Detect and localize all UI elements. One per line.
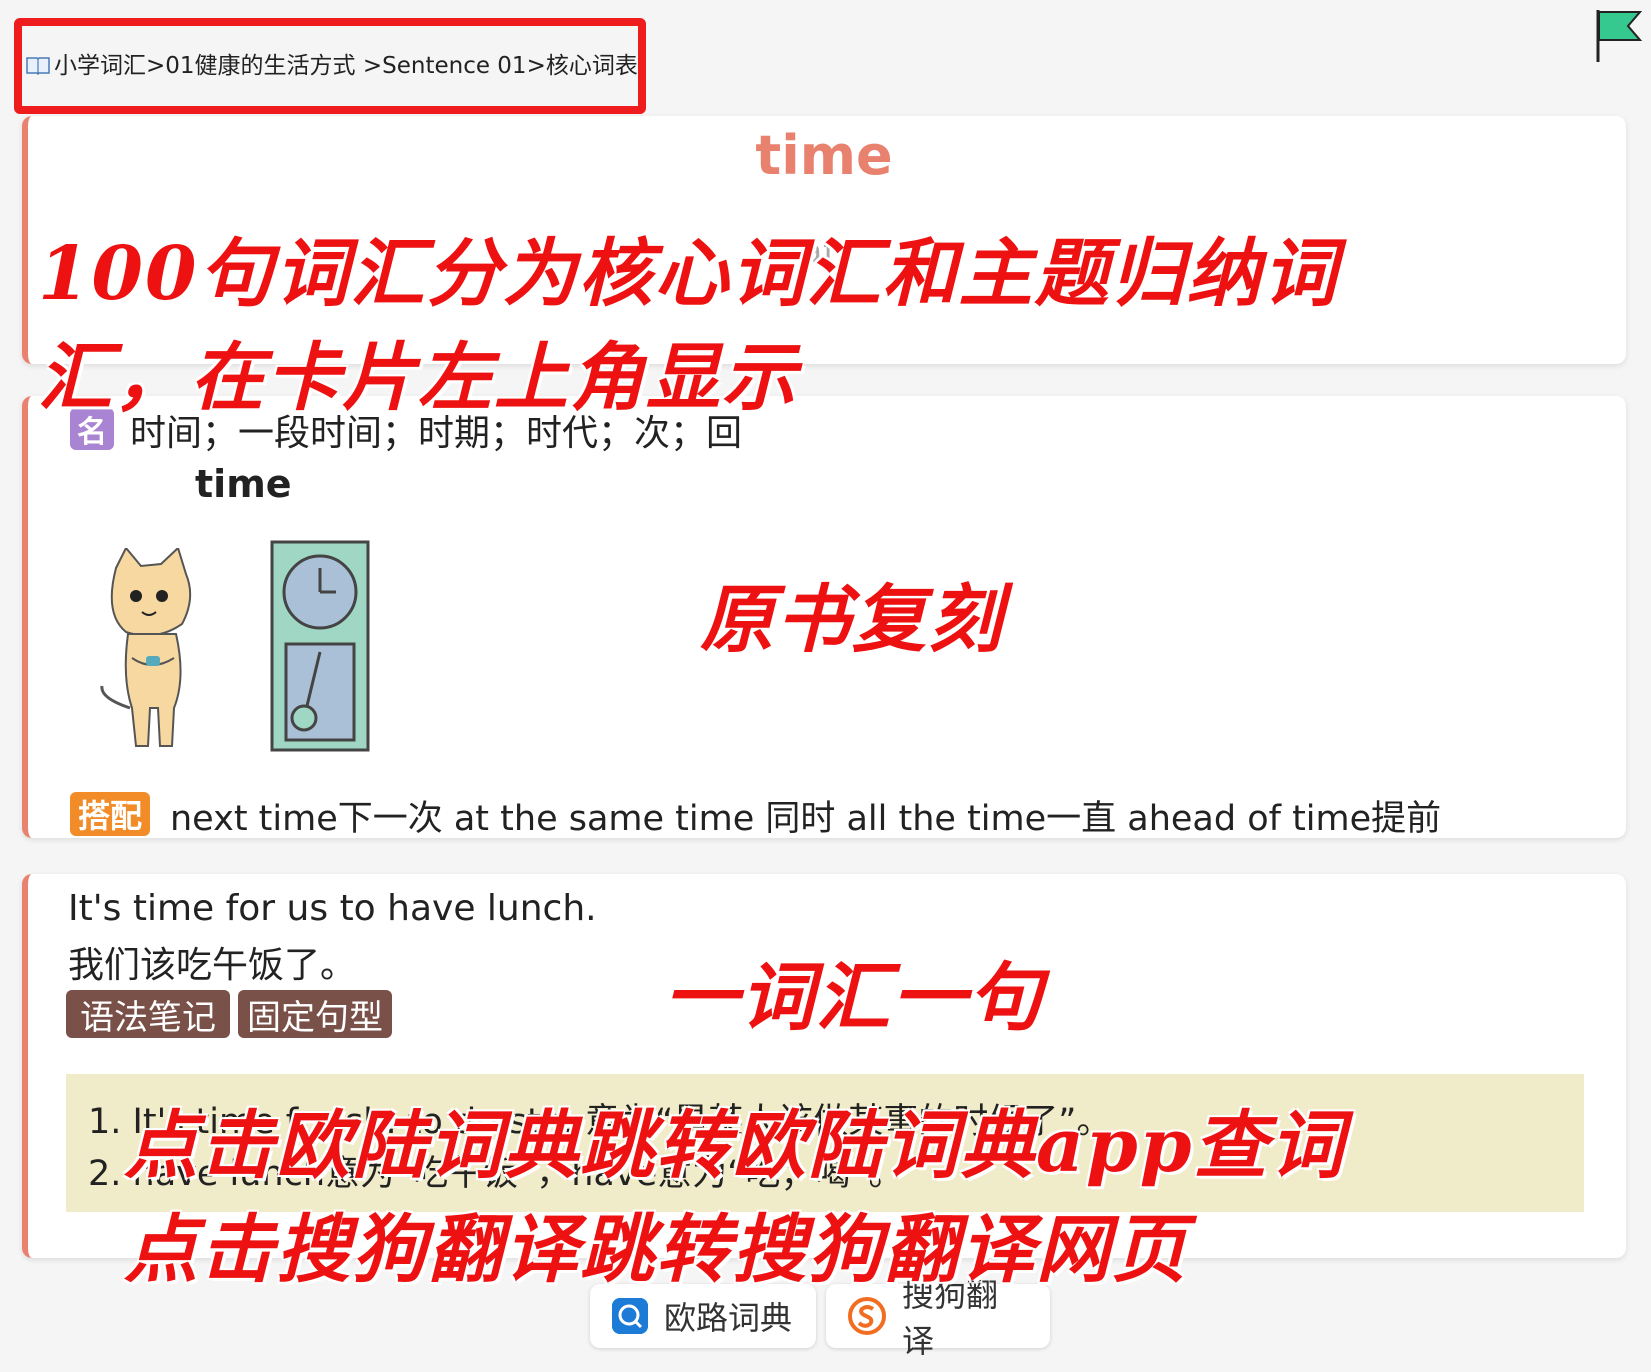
breadcrumb[interactable]: 小学词汇>01健康的生活方式 >Sentence 01>核心词表	[26, 46, 638, 80]
eudic-label: 欧路词典	[664, 1299, 793, 1337]
sogou-icon	[848, 1297, 886, 1335]
annotation-eudic: 点击欧陆词典跳转欧陆词典app查词	[124, 1103, 1346, 1189]
flag-icon[interactable]	[1594, 8, 1644, 64]
example-sentence-en: It's time for us to have lunch.	[68, 888, 597, 929]
annotation-one-word-one-sentence: 一词汇一句	[664, 955, 1044, 1041]
tag-sentence-pattern[interactable]: 固定句型	[238, 990, 392, 1038]
illustration-title: time	[195, 462, 292, 506]
annotation-original-book: 原书复刻	[700, 577, 1004, 663]
collocation-text: next time下一次 at the same time 同时 all the…	[170, 799, 1442, 839]
example-sentence-cn: 我们该吃午饭了。	[68, 945, 357, 986]
annotation-vocab-categories-cont: 汇，在卡片左上角显示	[38, 335, 798, 421]
collocation-badge: 搭配	[70, 792, 150, 836]
eudic-icon	[612, 1298, 648, 1334]
cat-illustration	[100, 548, 192, 747]
headword: time	[755, 124, 893, 187]
annotation-sogou: 点击搜狗翻译跳转搜狗翻译网页	[124, 1207, 1188, 1293]
annotation-vocab-categories: 100句词汇分为核心词汇和主题归纳词	[38, 231, 1339, 317]
breadcrumb-text: 小学词汇>01健康的生活方式 >Sentence 01>核心词表	[54, 53, 638, 79]
clock-illustration	[270, 540, 370, 752]
book-icon	[26, 57, 50, 75]
tag-grammar-notes[interactable]: 语法笔记	[66, 990, 230, 1038]
